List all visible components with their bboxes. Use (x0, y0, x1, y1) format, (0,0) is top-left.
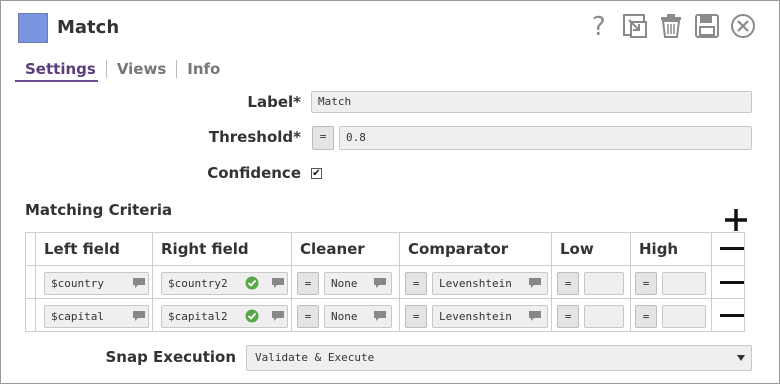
tab-info[interactable]: Info (177, 59, 230, 79)
suggest-bubble-icon[interactable] (132, 277, 146, 289)
remove-all-rows-icon[interactable] (720, 247, 744, 250)
snap-color-swatch (18, 13, 48, 43)
chevron-down-icon (737, 355, 745, 361)
row-gutter (25, 265, 36, 299)
low-input[interactable] (584, 304, 624, 328)
confidence-checkbox[interactable]: ✔ (311, 168, 322, 179)
table-header-row: Left field Right field Cleaner Comparato… (25, 232, 745, 266)
valid-check-icon (245, 309, 259, 322)
threshold-expression-toggle[interactable]: = (312, 126, 334, 150)
high-expression-toggle[interactable]: = (635, 304, 657, 328)
suggest-bubble-icon[interactable] (373, 277, 387, 289)
remove-all-cell (711, 232, 745, 266)
tab-bar: Settings Views Info (15, 59, 230, 79)
confidence-field-label: Confidence (207, 164, 301, 182)
column-header-low: Low (551, 232, 631, 266)
comparator-expression-toggle[interactable]: = (405, 304, 427, 328)
column-header-comparator: Comparator (399, 232, 552, 266)
snap-execution-select[interactable]: Validate & Execute (246, 345, 752, 371)
low-expression-toggle[interactable]: = (557, 271, 579, 295)
label-field-label: Label* (247, 93, 301, 111)
row-gutter (25, 232, 36, 266)
add-row-icon[interactable] (723, 207, 749, 233)
high-input[interactable] (662, 271, 706, 295)
snap-settings-dialog: Match ? Settings Views Info Label* Match… (0, 0, 780, 384)
export-icon[interactable] (621, 12, 649, 40)
table-row: $country $country2 = None = Levenshtein … (25, 265, 745, 299)
suggest-bubble-icon[interactable] (528, 277, 542, 289)
help-icon[interactable]: ? (585, 12, 613, 40)
right-field-input[interactable]: $capital2 (161, 304, 288, 328)
row-gutter (25, 298, 36, 332)
active-tab-indicator (15, 80, 98, 82)
right-field-input[interactable]: $country2 (161, 271, 288, 295)
label-input[interactable]: Match (311, 91, 752, 113)
remove-row-icon[interactable] (720, 314, 744, 317)
cleaner-expression-toggle[interactable]: = (297, 304, 319, 328)
table-row: $capital $capital2 = None = Levenshtein … (25, 298, 745, 332)
snap-execution-value: Validate & Execute (255, 351, 375, 364)
snap-title: Match (57, 17, 120, 38)
comparator-expression-toggle[interactable]: = (405, 271, 427, 295)
matching-criteria-table: Left field Right field Cleaner Comparato… (25, 232, 745, 332)
threshold-field-label: Threshold* (208, 128, 301, 146)
suggest-bubble-icon[interactable] (271, 277, 285, 289)
suggest-bubble-icon[interactable] (373, 310, 387, 322)
tab-settings[interactable]: Settings (15, 59, 106, 79)
column-header-high: High (630, 232, 712, 266)
snap-execution-label: Snap Execution (105, 348, 236, 366)
low-expression-toggle[interactable]: = (557, 304, 579, 328)
toolbar: ? (585, 11, 757, 41)
matching-criteria-title: Matching Criteria (25, 201, 173, 219)
svg-text:?: ? (592, 13, 606, 39)
threshold-input[interactable]: 0.8 (339, 126, 752, 150)
low-input[interactable] (584, 271, 624, 295)
column-header-cleaner: Cleaner (291, 232, 400, 266)
suggest-bubble-icon[interactable] (528, 310, 542, 322)
high-expression-toggle[interactable]: = (635, 271, 657, 295)
cleaner-expression-toggle[interactable]: = (297, 271, 319, 295)
suggest-bubble-icon[interactable] (132, 310, 146, 322)
column-header-right-field: Right field (152, 232, 292, 266)
high-input[interactable] (662, 304, 706, 328)
remove-row-icon[interactable] (720, 281, 744, 284)
column-header-left-field: Left field (35, 232, 153, 266)
close-icon[interactable] (729, 12, 757, 40)
tab-views[interactable]: Views (107, 59, 176, 79)
delete-icon[interactable] (657, 12, 685, 40)
valid-check-icon (245, 276, 259, 289)
save-icon[interactable] (693, 12, 721, 40)
suggest-bubble-icon[interactable] (271, 310, 285, 322)
